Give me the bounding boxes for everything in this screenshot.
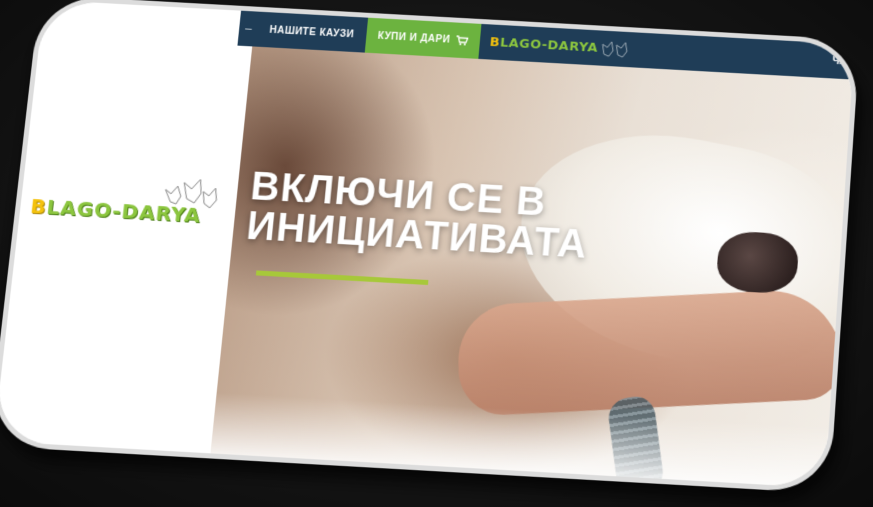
nav-item-label: НАШИТЕ КАУЗИ	[268, 24, 355, 40]
dog-nose	[715, 230, 800, 295]
foxes-icon	[600, 38, 635, 59]
hero-headline: ВКЛЮЧИ СЕ В ИНИЦИАТИВАТА	[245, 165, 592, 267]
side-logo[interactable]: BLAGO-DARYA	[29, 164, 244, 235]
nav-logo-rest: LAGO-DARYA	[499, 35, 599, 56]
nav-item-partial[interactable]: ЧУ	[831, 43, 854, 79]
cart-icon	[456, 35, 469, 46]
screenshot-card: BLAGO-DARYA – НАШИТЕ КАУЗИ КУПИ И ДАРИ B…	[0, 0, 855, 489]
hero-image	[195, 45, 853, 489]
nav-item-label: КУПИ И ДАРИ	[377, 30, 451, 46]
nav-item-our-causes[interactable]: НАШИТЕ КАУЗИ	[256, 12, 368, 53]
nav-item-buy-and-donate[interactable]: КУПИ И ДАРИ	[364, 17, 482, 59]
